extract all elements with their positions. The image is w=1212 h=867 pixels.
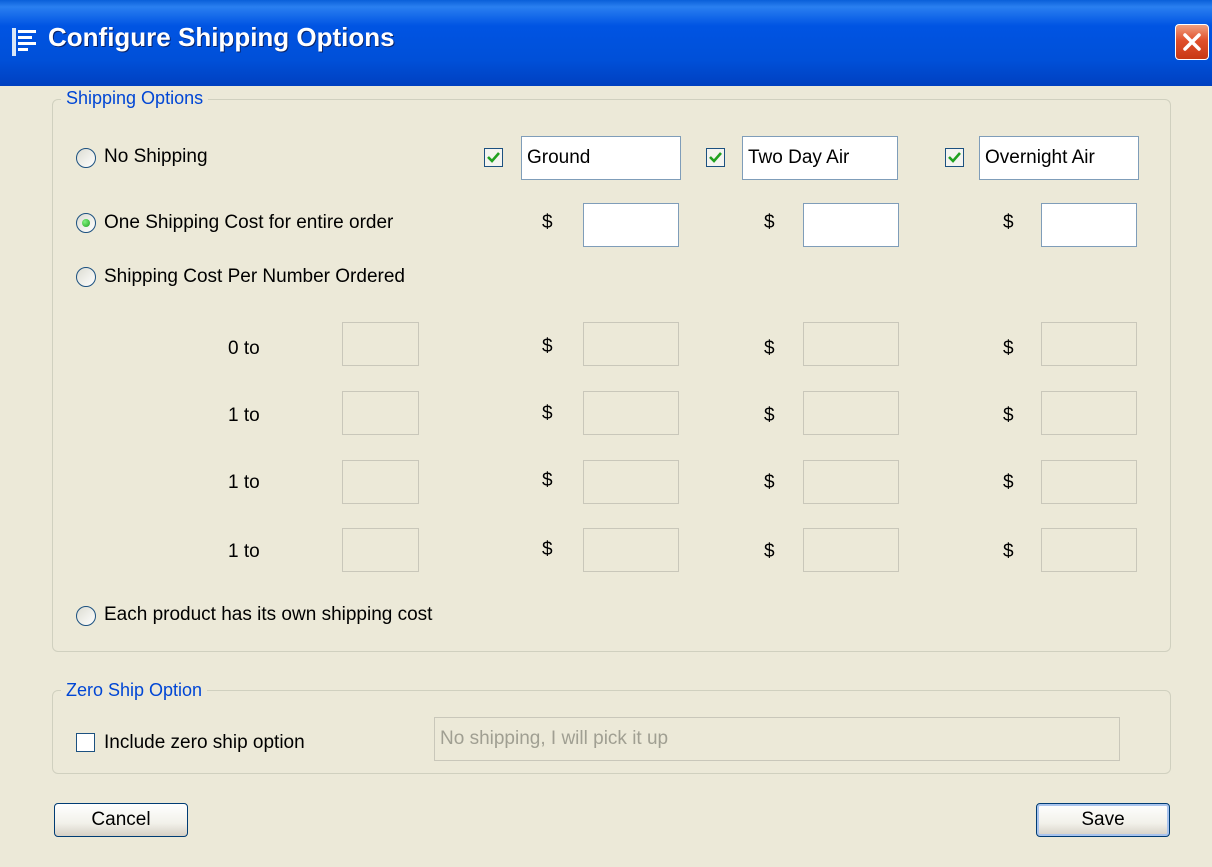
radio-selected-dot bbox=[82, 219, 90, 227]
dollar-sign: $ bbox=[542, 336, 553, 357]
dollar-sign: $ bbox=[542, 539, 553, 560]
tier-overnight-air-cost-input[interactable] bbox=[1041, 460, 1137, 504]
overnight-air-name-input[interactable] bbox=[979, 136, 1139, 180]
dollar-sign: $ bbox=[1003, 472, 1014, 493]
tier-label: 0 to bbox=[228, 338, 260, 359]
check-mark-icon bbox=[709, 152, 722, 163]
tier-qty-input[interactable] bbox=[342, 322, 419, 366]
dollar-sign: $ bbox=[764, 212, 775, 233]
tier-two-day-air-cost-input[interactable] bbox=[803, 528, 899, 572]
tier-ground-cost-input[interactable] bbox=[583, 460, 679, 504]
app-icon bbox=[10, 26, 40, 58]
dollar-sign: $ bbox=[542, 470, 553, 491]
dollar-sign: $ bbox=[1003, 338, 1014, 359]
each-product-radio[interactable] bbox=[76, 606, 96, 626]
tier-qty-input[interactable] bbox=[342, 528, 419, 572]
one-cost-ground-input[interactable] bbox=[583, 203, 679, 247]
dollar-sign: $ bbox=[764, 338, 775, 359]
per-number-ordered-radio[interactable] bbox=[76, 267, 96, 287]
two-day-air-name-input[interactable] bbox=[742, 136, 898, 180]
dollar-sign: $ bbox=[1003, 212, 1014, 233]
window-title: Configure Shipping Options bbox=[48, 22, 395, 52]
per-number-ordered-label: Shipping Cost Per Number Ordered bbox=[104, 266, 405, 287]
tier-ground-cost-input[interactable] bbox=[583, 391, 679, 435]
zero-ship-text-input[interactable] bbox=[434, 717, 1120, 761]
cancel-button[interactable]: Cancel bbox=[54, 803, 188, 837]
tier-overnight-air-cost-input[interactable] bbox=[1041, 391, 1137, 435]
tier-overnight-air-cost-input[interactable] bbox=[1041, 322, 1137, 366]
dollar-sign: $ bbox=[542, 403, 553, 424]
tier-overnight-air-cost-input[interactable] bbox=[1041, 528, 1137, 572]
shipping-options-legend: Shipping Options bbox=[61, 88, 209, 109]
zero-ship-option-legend: Zero Ship Option bbox=[61, 680, 208, 701]
tier-two-day-air-cost-input[interactable] bbox=[803, 322, 899, 366]
tier-label: 1 to bbox=[228, 405, 260, 426]
one-cost-two-day-air-input[interactable] bbox=[803, 203, 899, 247]
tier-two-day-air-cost-input[interactable] bbox=[803, 460, 899, 504]
dollar-sign: $ bbox=[764, 541, 775, 562]
close-button[interactable] bbox=[1175, 24, 1209, 60]
ground-checkbox[interactable] bbox=[484, 148, 503, 167]
tier-qty-input[interactable] bbox=[342, 391, 419, 435]
dollar-sign: $ bbox=[764, 405, 775, 426]
check-mark-icon bbox=[487, 152, 500, 163]
tier-label: 1 to bbox=[228, 472, 260, 493]
check-mark-icon bbox=[948, 152, 961, 163]
tier-ground-cost-input[interactable] bbox=[583, 322, 679, 366]
include-zero-ship-checkbox[interactable] bbox=[76, 733, 95, 752]
one-shipping-cost-radio[interactable] bbox=[76, 213, 96, 233]
title-bar[interactable]: Configure Shipping Options bbox=[0, 0, 1212, 86]
tier-ground-cost-input[interactable] bbox=[583, 528, 679, 572]
save-button[interactable]: Save bbox=[1036, 803, 1170, 837]
two-day-air-checkbox[interactable] bbox=[706, 148, 725, 167]
no-shipping-label: No Shipping bbox=[104, 146, 208, 167]
close-icon bbox=[1183, 33, 1201, 51]
dollar-sign: $ bbox=[1003, 541, 1014, 562]
dollar-sign: $ bbox=[1003, 405, 1014, 426]
include-zero-ship-label: Include zero ship option bbox=[104, 732, 305, 753]
overnight-air-checkbox[interactable] bbox=[945, 148, 964, 167]
each-product-label: Each product has its own shipping cost bbox=[104, 604, 433, 625]
dollar-sign: $ bbox=[542, 212, 553, 233]
no-shipping-radio[interactable] bbox=[76, 148, 96, 168]
ground-name-input[interactable] bbox=[521, 136, 681, 180]
tier-two-day-air-cost-input[interactable] bbox=[803, 391, 899, 435]
one-shipping-cost-label: One Shipping Cost for entire order bbox=[104, 212, 394, 233]
one-cost-overnight-air-input[interactable] bbox=[1041, 203, 1137, 247]
tier-label: 1 to bbox=[228, 541, 260, 562]
tier-qty-input[interactable] bbox=[342, 460, 419, 504]
dollar-sign: $ bbox=[764, 472, 775, 493]
